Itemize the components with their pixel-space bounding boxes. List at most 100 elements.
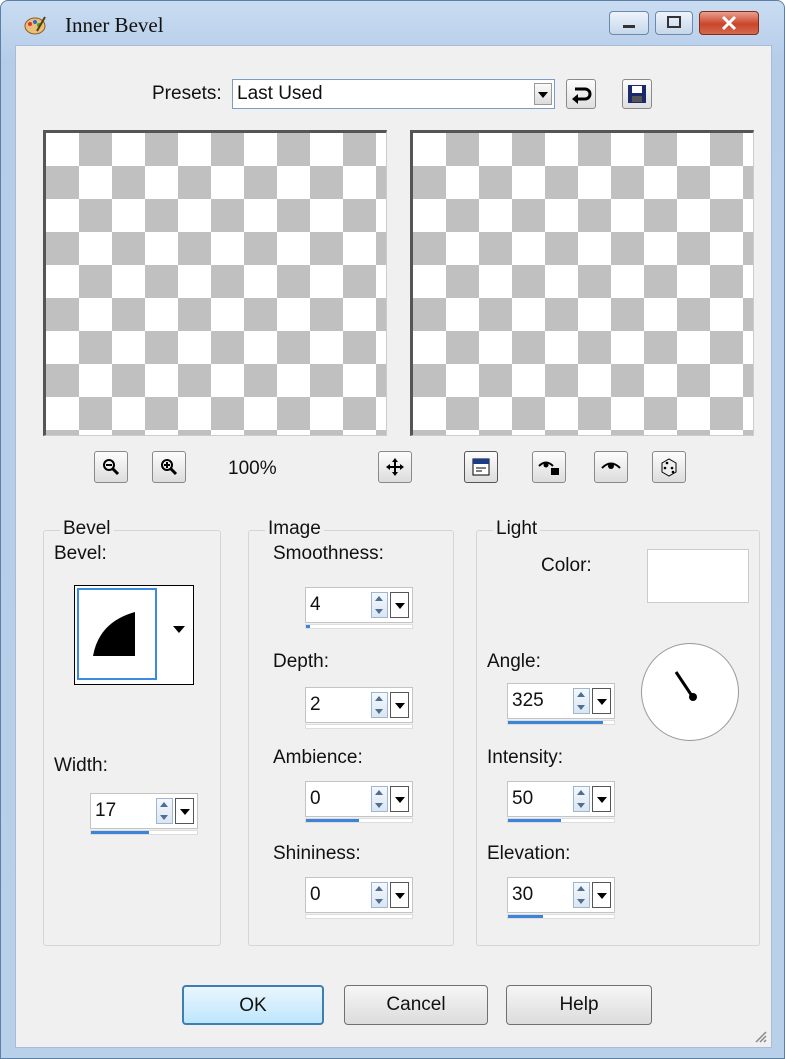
ambience-slider[interactable] [305, 818, 413, 823]
light-group-title: Light [493, 518, 541, 540]
bevel-label: Bevel: [54, 543, 107, 564]
spin-arrows-icon[interactable] [156, 798, 173, 824]
zoom-in-icon [161, 459, 178, 476]
chevron-down-icon[interactable] [592, 786, 611, 812]
zoom-in-button[interactable] [152, 451, 186, 483]
elevation-stepper[interactable]: 30 [507, 877, 615, 919]
depth-value: 2 [310, 694, 321, 715]
image-group-title: Image [265, 518, 324, 540]
dialog-window: Inner Bevel Presets: Last Used 100% Beve… [0, 0, 785, 1059]
depth-label: Depth: [273, 651, 329, 672]
bevel-group: Bevel Bevel: Width: 17 [43, 518, 221, 946]
cancel-button[interactable]: Cancel [344, 985, 488, 1025]
dialog-body: Presets: Last Used 100% Bevel Bevel: Wid… [15, 45, 772, 1048]
chevron-down-icon[interactable] [390, 692, 409, 718]
intensity-slider[interactable] [507, 818, 615, 823]
maximize-icon [667, 16, 681, 28]
ambience-label: Ambience: [273, 747, 363, 768]
save-preset-button[interactable] [622, 79, 652, 109]
ambience-value: 0 [310, 788, 321, 809]
presets-dropdown[interactable]: Last Used [232, 79, 555, 109]
auto-proof-button[interactable] [464, 451, 498, 483]
preview-after[interactable] [410, 130, 754, 436]
close-button[interactable] [699, 11, 759, 35]
chevron-down-icon[interactable] [173, 626, 185, 633]
smoothness-stepper[interactable]: 4 [305, 587, 413, 629]
presets-label: Presets: [152, 83, 222, 104]
close-icon [721, 15, 737, 31]
bevel-shape-icon [93, 612, 135, 656]
smoothness-label: Smoothness: [273, 543, 384, 564]
bevel-shape-picker[interactable] [74, 585, 194, 685]
width-label: Width: [54, 755, 108, 776]
shininess-label: Shininess: [273, 843, 361, 864]
eye-icon [601, 462, 621, 469]
zoom-out-button[interactable] [94, 451, 128, 483]
elevation-slider[interactable] [507, 914, 615, 919]
reset-icon [572, 87, 592, 104]
shininess-slider[interactable] [305, 914, 413, 919]
move-preview-button[interactable] [378, 451, 412, 483]
minimize-button[interactable] [609, 11, 649, 35]
ok-button[interactable]: OK [182, 985, 324, 1025]
elevation-label: Elevation: [487, 843, 571, 864]
help-button[interactable]: Help [506, 985, 652, 1025]
chevron-down-icon[interactable] [592, 882, 611, 908]
angle-value: 325 [512, 690, 544, 711]
spin-arrows-icon[interactable] [371, 882, 388, 908]
chevron-down-icon[interactable] [390, 882, 409, 908]
title-bar[interactable]: Inner Bevel [1, 1, 784, 45]
chevron-down-icon[interactable] [175, 798, 194, 824]
minimize-icon [623, 25, 635, 28]
chevron-down-icon[interactable] [390, 786, 409, 812]
ambience-stepper[interactable]: 0 [305, 781, 413, 823]
bevel-shape-preview [77, 588, 157, 680]
width-value: 17 [95, 800, 117, 821]
depth-stepper[interactable]: 2 [305, 687, 413, 729]
proof-button[interactable] [594, 451, 628, 483]
spin-arrows-icon[interactable] [371, 786, 388, 812]
dial-needle-icon [674, 671, 697, 701]
proof-icon [472, 458, 490, 476]
chevron-down-icon[interactable] [390, 592, 409, 618]
smoothness-slider[interactable] [305, 624, 413, 629]
angle-dial[interactable] [641, 643, 739, 741]
chevron-down-icon[interactable] [534, 83, 552, 105]
chevron-down-icon[interactable] [592, 688, 611, 714]
move-icon [386, 458, 404, 476]
light-color-swatch[interactable] [647, 549, 749, 603]
shininess-stepper[interactable]: 0 [305, 877, 413, 919]
proof-lock-button[interactable] [532, 451, 566, 483]
spin-arrows-icon[interactable] [371, 592, 388, 618]
shininess-value: 0 [310, 884, 321, 905]
angle-label: Angle: [487, 651, 541, 672]
width-slider[interactable] [90, 830, 198, 835]
light-group: Light Color: Angle: 325 Intensity: 50 El… [476, 518, 760, 946]
presets-value: Last Used [237, 83, 323, 104]
preview-before[interactable] [43, 130, 387, 436]
intensity-label: Intensity: [487, 747, 564, 768]
elevation-value: 30 [512, 884, 534, 905]
smoothness-value: 4 [310, 594, 321, 615]
intensity-value: 50 [512, 788, 534, 809]
zoom-level: 100% [228, 458, 277, 479]
width-stepper[interactable]: 17 [90, 793, 198, 835]
window-title: Inner Bevel [65, 13, 164, 37]
spin-arrows-icon[interactable] [573, 882, 590, 908]
randomize-button[interactable] [652, 451, 686, 483]
angle-stepper[interactable]: 325 [507, 683, 615, 725]
resize-grip-icon[interactable] [753, 1029, 767, 1043]
depth-slider[interactable] [305, 724, 413, 729]
app-icon [24, 16, 46, 35]
reset-button[interactable] [566, 79, 596, 109]
spin-arrows-icon[interactable] [573, 786, 590, 812]
spin-arrows-icon[interactable] [573, 688, 590, 714]
zoom-out-icon [103, 459, 120, 476]
randomize-icon [661, 458, 677, 477]
image-group: Image Smoothness: 4 Depth: 2 Ambience: 0 [248, 518, 454, 946]
spin-arrows-icon[interactable] [371, 692, 388, 718]
maximize-button[interactable] [655, 11, 693, 35]
angle-slider[interactable] [507, 720, 615, 725]
bevel-group-title: Bevel [60, 518, 114, 540]
intensity-stepper[interactable]: 50 [507, 781, 615, 823]
